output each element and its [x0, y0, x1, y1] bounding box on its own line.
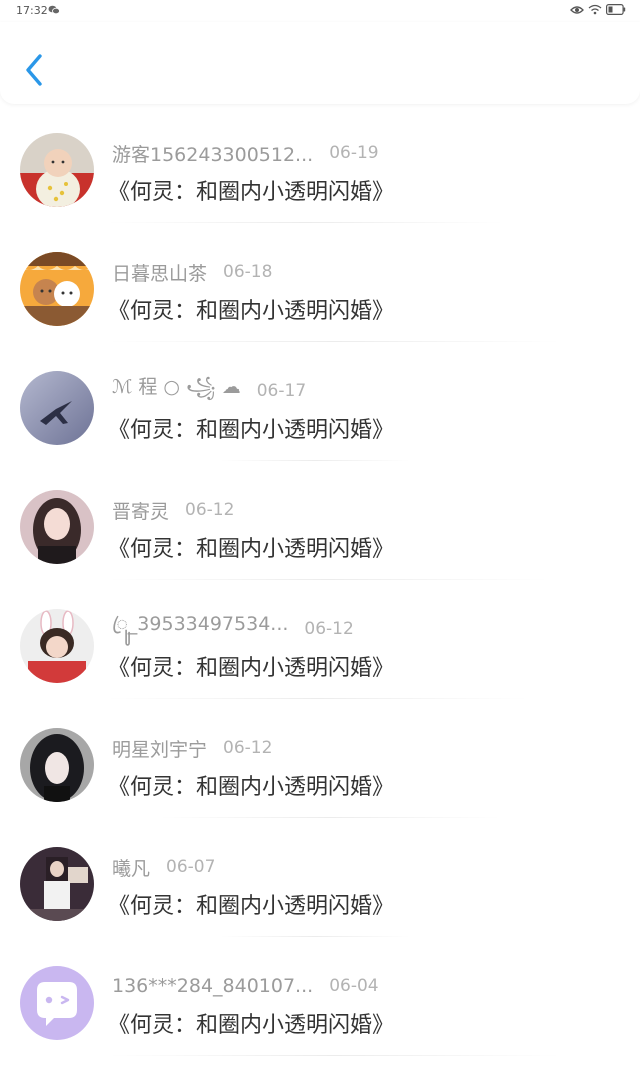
wifi-icon: [588, 4, 602, 15]
comment-date: 06-17: [256, 381, 307, 401]
wechat-icon: [48, 5, 60, 15]
header-bar: [0, 22, 640, 104]
avatar[interactable]: [20, 133, 94, 207]
comment-date: 06-18: [223, 262, 273, 282]
battery-icon: [606, 4, 626, 15]
user-name: ℳ 程 ○ ꧁ ☁: [112, 375, 241, 398]
hooded-man-avatar: [20, 728, 94, 802]
book-title: 《何灵：和圈内小透明闪婚》: [108, 180, 395, 205]
mirror-selfie-avatar: [20, 847, 94, 921]
eye-icon: [570, 5, 584, 14]
user-name: 曦凡: [112, 857, 151, 880]
user-name: 明星刘宇宁: [112, 738, 208, 761]
list-item[interactable]: 曦凡 06-07 《何灵：和圈内小透明闪婚》: [0, 818, 640, 937]
user-name: ꦿꦸ_39533497534...: [112, 613, 289, 635]
comment-date: 06-19: [329, 143, 379, 163]
avatar[interactable]: [20, 371, 94, 445]
avatar[interactable]: [20, 490, 94, 564]
chat-bubble-default-avatar: [20, 966, 94, 1040]
list-item[interactable]: 136***284_840107... 06-04 《何灵：和圈内小透明闪婚》: [0, 937, 640, 1056]
book-title: 《何灵：和圈内小透明闪婚》: [108, 418, 395, 443]
comment-date: 06-04: [329, 976, 379, 996]
book-title: 《何灵：和圈内小透明闪婚》: [108, 656, 395, 681]
list-item[interactable]: 游客156243300512... 06-19 《何灵：和圈内小透明闪婚》: [0, 104, 640, 223]
comment-date: 06-12: [223, 738, 273, 758]
chevron-left-icon: [26, 54, 42, 86]
book-title: 《何灵：和圈内小透明闪婚》: [108, 537, 395, 562]
avatar[interactable]: [20, 847, 94, 921]
user-name: 游客156243300512...: [112, 143, 314, 166]
avatar[interactable]: [20, 252, 94, 326]
girl-portrait-avatar: [20, 490, 94, 564]
avatar[interactable]: [20, 966, 94, 1040]
book-title: 《何灵：和圈内小透明闪婚》: [108, 299, 395, 324]
comment-date: 06-12: [185, 500, 235, 520]
list-item[interactable]: 晋寄灵 06-12 《何灵：和圈内小透明闪婚》: [0, 461, 640, 580]
list-item[interactable]: 日暮思山茶 06-18 《何灵：和圈内小透明闪婚》: [0, 223, 640, 342]
avatar[interactable]: [20, 728, 94, 802]
book-title: 《何灵：和圈内小透明闪婚》: [108, 894, 395, 919]
comment-date: 06-12: [304, 619, 354, 639]
baby-photo-avatar: [20, 133, 94, 207]
status-icons: [570, 4, 626, 15]
user-name: 日暮思山茶: [112, 262, 208, 285]
divider: [108, 1055, 560, 1056]
status-bar: 17:32: [0, 0, 640, 22]
comment-date: 06-07: [166, 857, 216, 877]
cartoon-bears-avatar: [20, 252, 94, 326]
list-item[interactable]: ꦿꦸ_39533497534... 06-12 《何灵：和圈内小透明闪婚》: [0, 580, 640, 699]
back-button[interactable]: [20, 52, 50, 88]
list-item[interactable]: 明星刘宇宁 06-12 《何灵：和圈内小透明闪婚》: [0, 699, 640, 818]
book-title: 《何灵：和圈内小透明闪婚》: [108, 1013, 395, 1038]
bunny-ears-girl-avatar: [20, 609, 94, 683]
avatar[interactable]: [20, 609, 94, 683]
status-time: 17:32: [16, 4, 48, 17]
book-title: 《何灵：和圈内小透明闪婚》: [108, 775, 395, 800]
list-item[interactable]: ℳ 程 ○ ꧁ ☁ 06-17 《何灵：和圈内小透明闪婚》: [0, 342, 640, 461]
airplane-sky-avatar: [20, 371, 94, 445]
user-name: 136***284_840107...: [112, 975, 314, 997]
user-name: 晋寄灵: [112, 500, 170, 523]
